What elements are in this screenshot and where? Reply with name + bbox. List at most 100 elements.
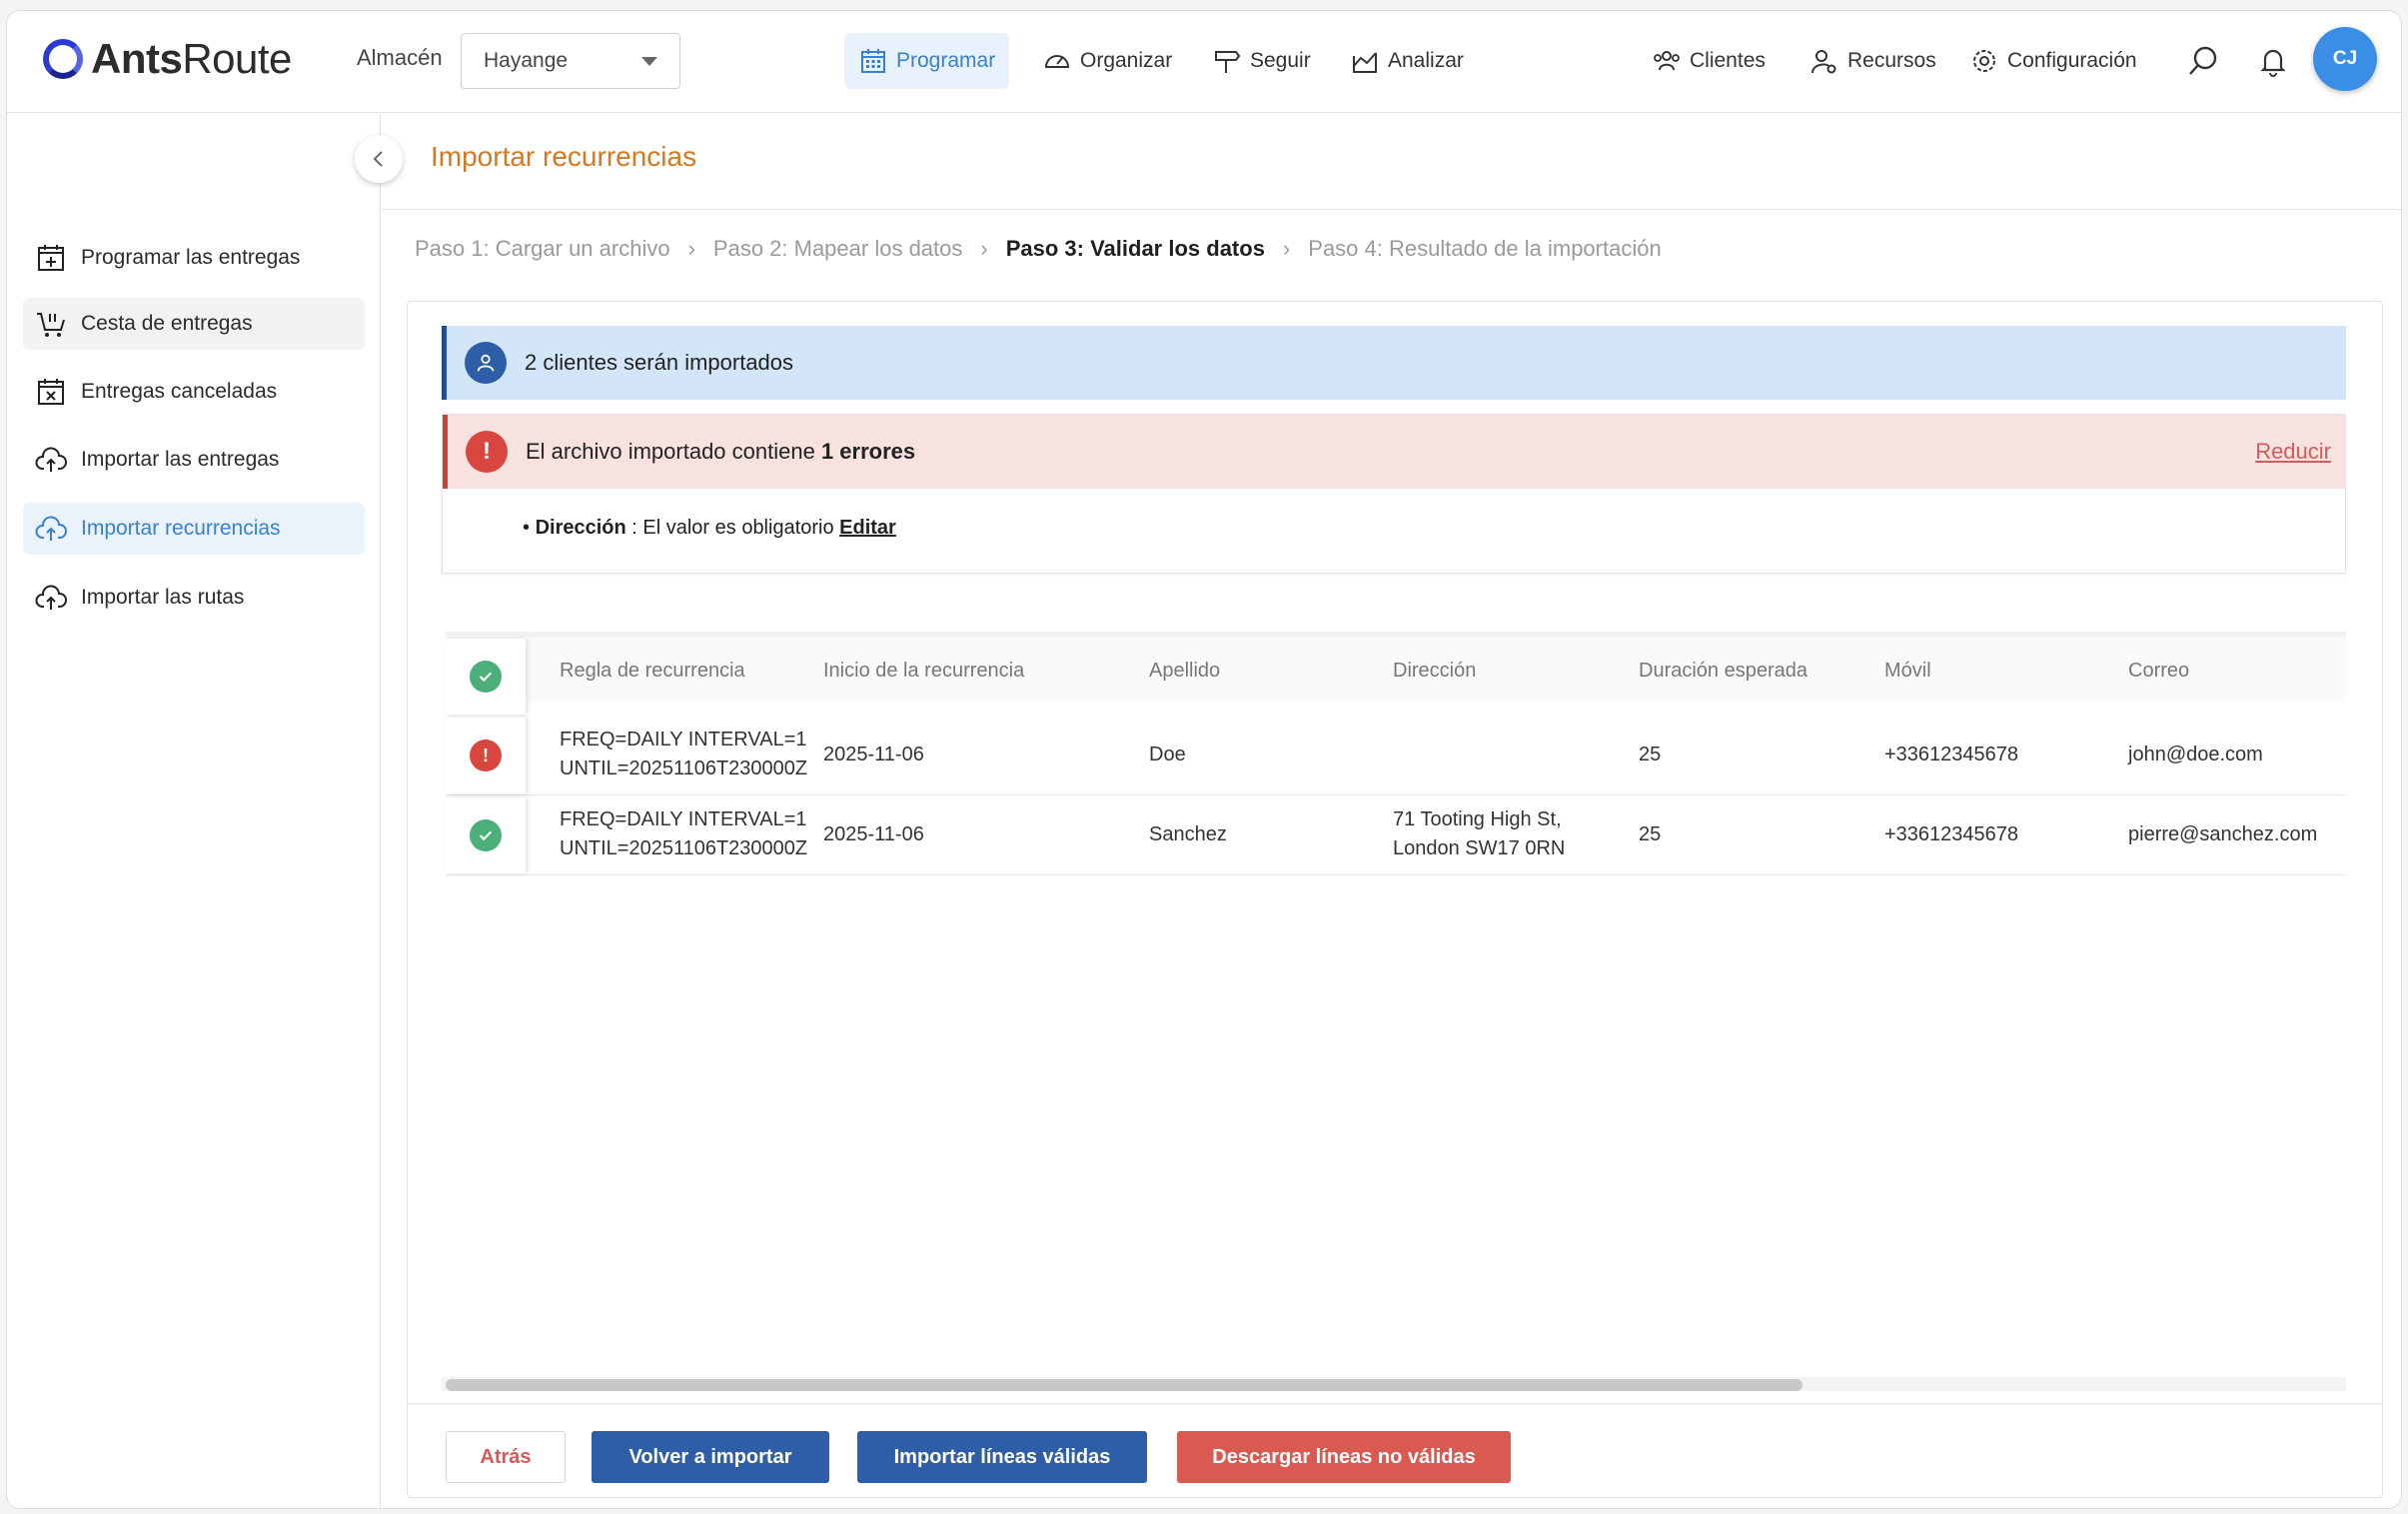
logo-text-light: Route xyxy=(182,35,292,82)
app-window: AntsRoute Almacén Hayange Programar Orga… xyxy=(6,10,2402,1509)
cell-inicio: 2025-11-06 xyxy=(823,744,924,765)
sidebar-item-label: Importar recurrencias xyxy=(81,517,281,540)
cell-inicio: 2025-11-06 xyxy=(823,823,924,845)
address-line-2: London SW17 0RN xyxy=(1393,837,1566,859)
sidebar-item-label: Cesta de entregas xyxy=(81,312,253,335)
divider xyxy=(382,209,2401,210)
users-icon xyxy=(1654,51,1680,71)
validation-card: 2 clientes serán importados ! El archivo… xyxy=(407,301,2383,1498)
table-header: Regla de recurrencia Inicio de la recurr… xyxy=(446,632,2346,715)
reimport-button[interactable]: Volver a importar xyxy=(592,1431,829,1483)
cell-duracion: 25 xyxy=(1639,744,1662,765)
header-inicio[interactable]: Inicio de la recurrencia xyxy=(823,657,1024,686)
cell-correo: john@doe.com xyxy=(2128,744,2263,765)
nav-programar[interactable]: Programar xyxy=(844,33,1010,89)
nav-configuracion[interactable]: Configuración xyxy=(1955,33,2151,89)
error-summary-text: El archivo importado contiene xyxy=(526,439,821,464)
sidebar-item-cesta[interactable]: Cesta de entregas xyxy=(23,298,365,350)
chevron-right-icon: › xyxy=(1282,236,1291,261)
error-field: Dirección xyxy=(535,517,626,539)
cell-movil: +33612345678 xyxy=(1884,744,2019,765)
logo-icon xyxy=(43,39,83,79)
header-duracion[interactable]: Duración esperada xyxy=(1639,657,1807,686)
step-4: Paso 4: Resultado de la importación xyxy=(1308,236,1662,261)
chevron-left-icon xyxy=(373,151,383,167)
nav-organizar-label: Organizar xyxy=(1080,49,1173,72)
select-all-status[interactable] xyxy=(446,639,526,715)
header-apellido[interactable]: Apellido xyxy=(1149,657,1220,686)
back-button[interactable]: Atrás xyxy=(446,1431,566,1483)
nav-analizar[interactable]: Analizar xyxy=(1336,33,1478,89)
sidebar: Programar las entregas Cesta de entregas… xyxy=(7,114,381,1508)
exclamation-icon: ! xyxy=(466,431,508,473)
cell-regla: FREQ=DAILY INTERVAL=1 UNTIL=20251106T2300… xyxy=(560,726,807,783)
error-list: • Dirección : El valor es obligatorio Ed… xyxy=(523,517,896,539)
cell-duracion: 25 xyxy=(1639,823,1662,845)
logo[interactable]: AntsRoute xyxy=(43,35,292,83)
sidebar-item-programar-entregas[interactable]: Programar las entregas xyxy=(23,232,365,284)
address-line-1: 71 Tooting High St, xyxy=(1393,808,1562,830)
info-text: 2 clientes serán importados xyxy=(525,350,794,375)
header-direccion[interactable]: Dirección xyxy=(1393,657,1476,686)
user-icon xyxy=(465,342,507,384)
step-2: Paso 2: Mapear los datos xyxy=(712,236,963,261)
cell-regla: FREQ=DAILY INTERVAL=1 UNTIL=20251106T2300… xyxy=(560,805,807,863)
header-correo[interactable]: Correo xyxy=(2128,657,2189,686)
sidebar-item-label: Importar las entregas xyxy=(81,448,280,471)
search-icon[interactable] xyxy=(2181,39,2225,83)
rule-line-2: UNTIL=20251106T230000Z xyxy=(560,837,808,859)
user-gear-icon xyxy=(1811,50,1836,74)
cloud-upload-icon xyxy=(35,447,67,472)
divider xyxy=(408,1403,2382,1404)
rule-line-1: FREQ=DAILY INTERVAL=1 xyxy=(560,729,807,751)
nav-clientes-label: Clientes xyxy=(1690,49,1766,72)
import-valid-button[interactable]: Importar líneas válidas xyxy=(857,1431,1147,1483)
warehouse-select[interactable]: Hayange xyxy=(461,33,680,89)
horizontal-scrollbar[interactable] xyxy=(442,1377,2346,1391)
chart-icon xyxy=(1353,52,1377,73)
chevron-down-icon xyxy=(641,56,657,66)
cart-icon xyxy=(37,313,65,337)
nav-organizar[interactable]: Organizar xyxy=(1028,33,1186,89)
sidebar-item-importar-rutas[interactable]: Importar las rutas xyxy=(23,572,365,624)
signpost-icon xyxy=(1215,51,1241,73)
nav-recursos[interactable]: Recursos xyxy=(1796,33,1950,89)
cloud-upload-icon xyxy=(35,585,67,610)
rule-line-1: FREQ=DAILY INTERVAL=1 xyxy=(560,808,807,830)
header-movil[interactable]: Móvil xyxy=(1884,657,1931,686)
calendar-x-icon xyxy=(38,379,64,405)
cell-direccion: 71 Tooting High St, London SW17 0RN xyxy=(1393,805,1565,863)
download-invalid-button[interactable]: Descargar líneas no válidas xyxy=(1177,1431,1511,1483)
cell-correo: pierre@sanchez.com xyxy=(2128,823,2318,845)
stepper: Paso 1: Cargar un archivo › Paso 2: Mape… xyxy=(415,236,1662,262)
preview-table: Regla de recurrencia Inicio de la recurr… xyxy=(446,632,2346,875)
collapse-sidebar-button[interactable] xyxy=(355,135,403,183)
nav-programar-label: Programar xyxy=(896,49,996,72)
edit-link[interactable]: Editar xyxy=(839,517,896,539)
row-status: ! xyxy=(446,718,526,793)
cell-apellido: Sanchez xyxy=(1149,823,1227,845)
speedometer-icon xyxy=(1044,55,1070,68)
row-status xyxy=(446,797,526,873)
sidebar-item-importar-recurrencias[interactable]: Importar recurrencias xyxy=(23,503,365,555)
check-icon xyxy=(470,661,502,693)
reduce-link[interactable]: Reducir xyxy=(2255,439,2331,465)
nav-analizar-label: Analizar xyxy=(1388,49,1464,72)
sidebar-item-canceladas[interactable]: Entregas canceladas xyxy=(23,366,365,418)
header-regla[interactable]: Regla de recurrencia xyxy=(560,657,745,686)
step-1: Paso 1: Cargar un archivo xyxy=(415,236,670,261)
table-row[interactable]: ! FREQ=DAILY INTERVAL=1 UNTIL=20251106T23… xyxy=(446,716,2346,795)
avatar[interactable]: CJ xyxy=(2313,27,2377,91)
sidebar-item-importar-entregas[interactable]: Importar las entregas xyxy=(23,434,365,486)
nav-seguir[interactable]: Seguir xyxy=(1198,33,1325,89)
bell-icon[interactable] xyxy=(2251,39,2295,83)
table-row[interactable]: FREQ=DAILY INTERVAL=1 UNTIL=20251106T2300… xyxy=(446,795,2346,875)
sidebar-item-label: Importar las rutas xyxy=(81,586,245,609)
info-banner: 2 clientes serán importados xyxy=(442,326,2346,400)
nav-clientes[interactable]: Clientes xyxy=(1638,33,1780,89)
warehouse-value: Hayange xyxy=(484,49,569,72)
sidebar-item-label: Programar las entregas xyxy=(81,246,301,269)
error-banner: ! El archivo importado contiene 1 errore… xyxy=(443,415,2345,489)
error-count: 1 errores xyxy=(820,439,916,464)
scrollbar-thumb[interactable] xyxy=(446,1379,1803,1391)
